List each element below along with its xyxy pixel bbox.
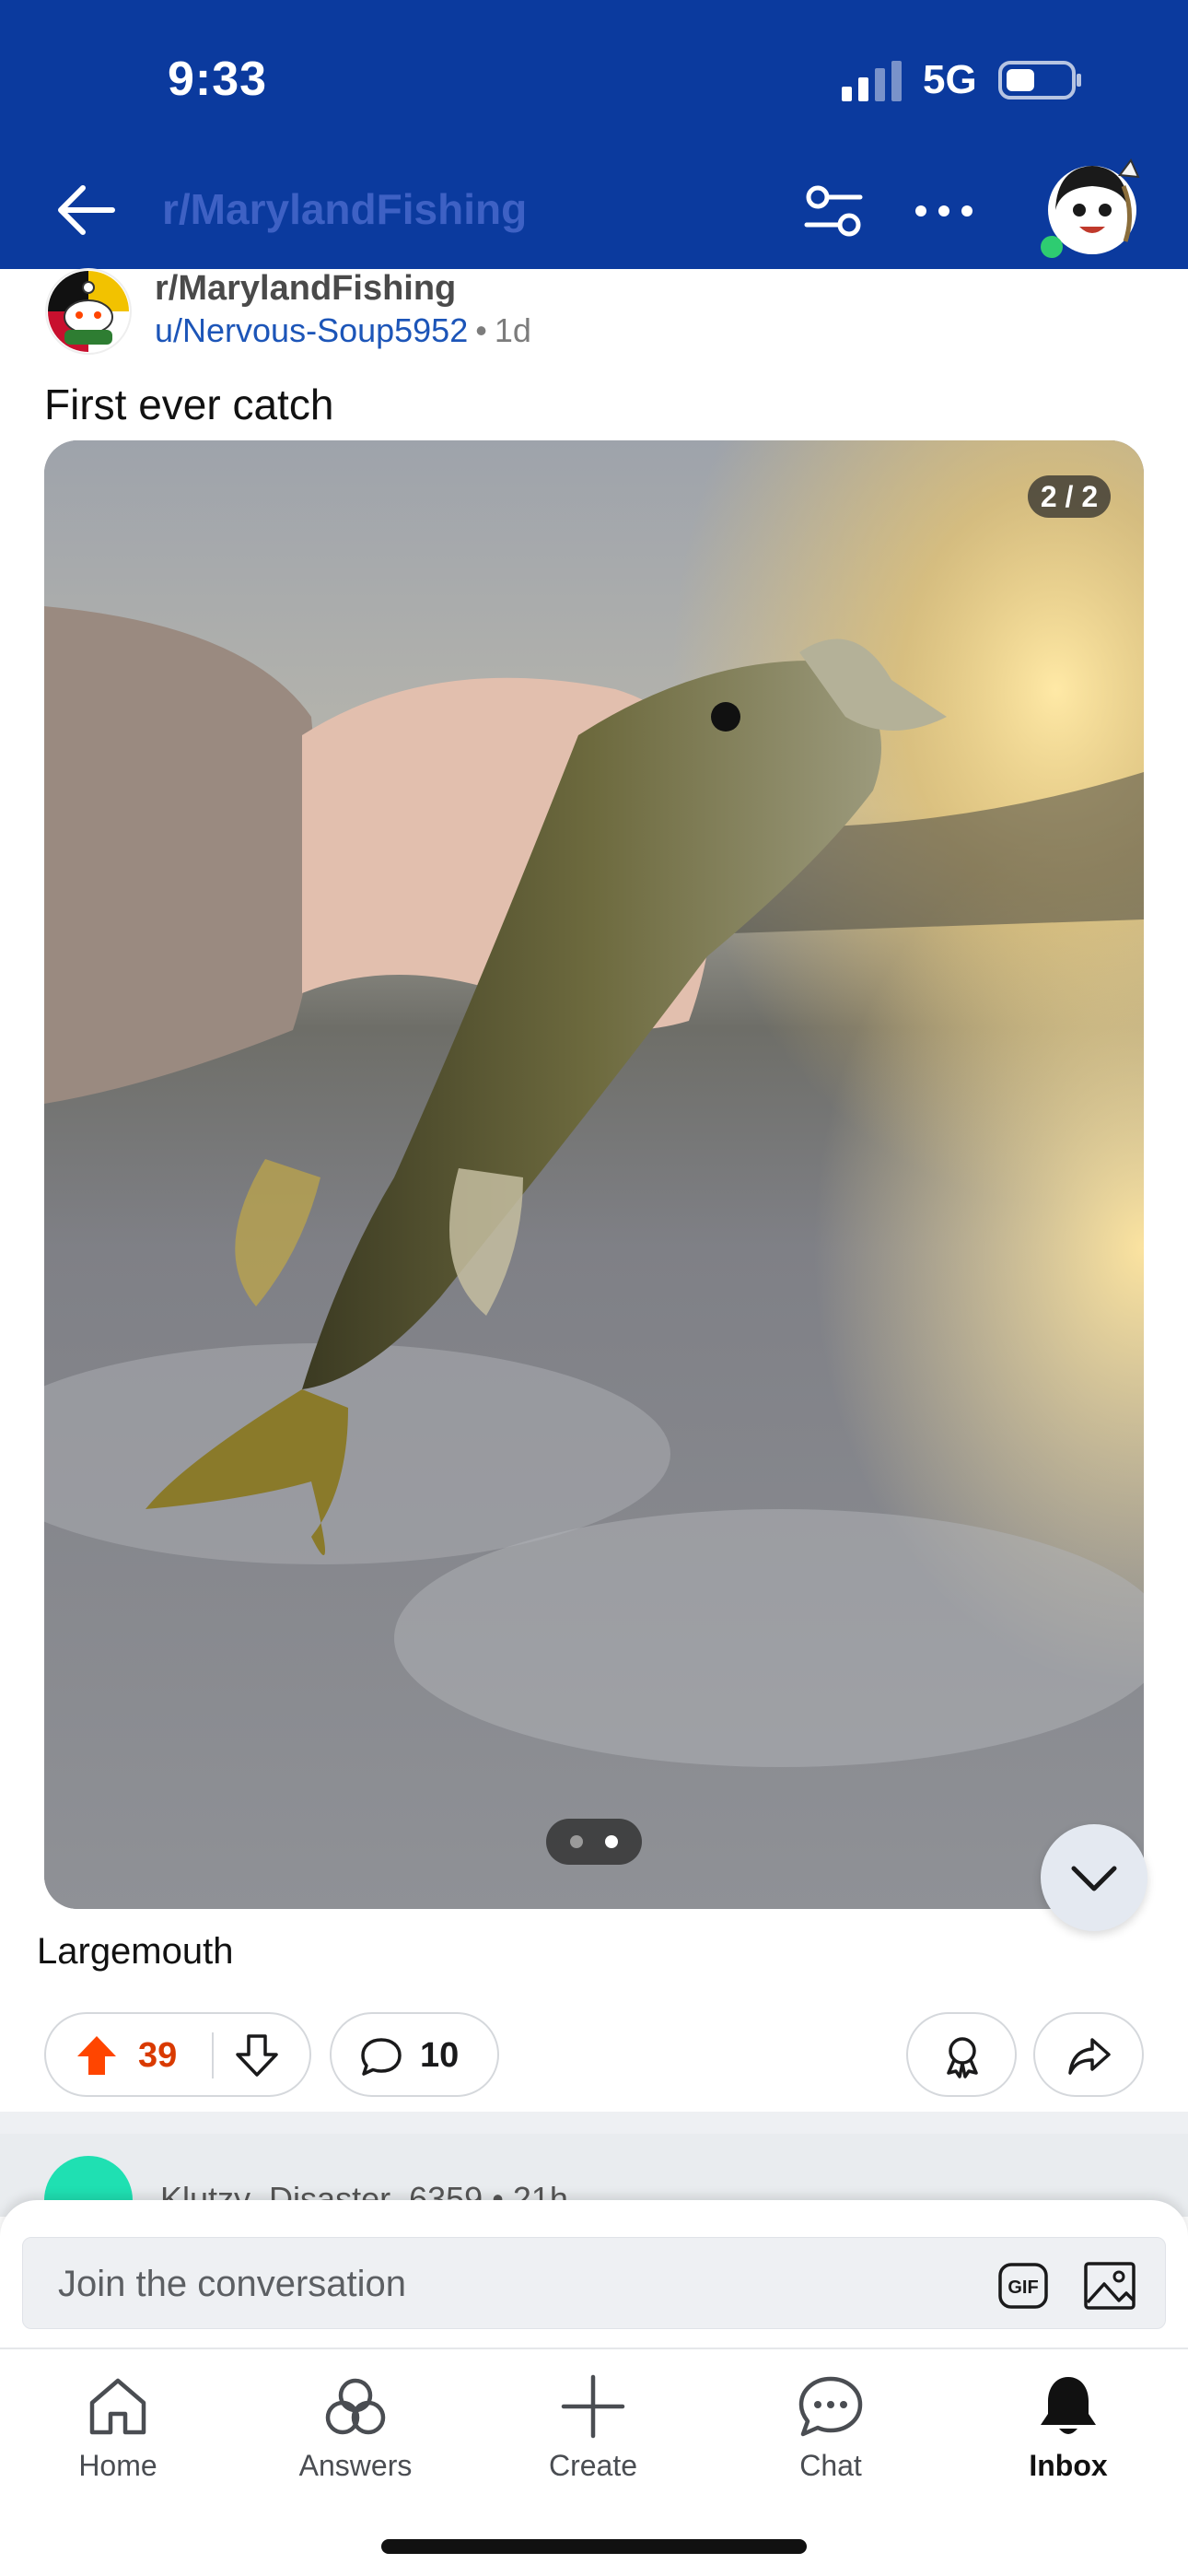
top-app-bar: 9:33 5G r/MarylandFishing [0,0,1188,269]
award-button[interactable] [906,2012,1017,2097]
nav-label-chat: Chat [799,2449,862,2482]
gallery-pagination[interactable] [546,1819,642,1865]
home-icon [89,2378,146,2435]
vote-divider [212,2032,214,2078]
page-dot-2[interactable] [605,1835,618,1848]
bell-icon [1041,2377,1096,2434]
nav-home[interactable]: Home [26,2371,210,2510]
comment-input[interactable]: Join the conversation GIF [22,2237,1166,2329]
vote-count: 39 [138,2036,178,2075]
post-meta: u/Nervous-Soup5952 • 1d [155,311,531,350]
section-divider [0,2112,1188,2134]
post-age: 1d [494,311,531,349]
post-subreddit-name[interactable]: r/MarylandFishing [155,269,456,309]
back-arrow-icon[interactable] [52,175,122,245]
gif-icon[interactable]: GIF [997,2260,1049,2312]
vote-control: 39 [44,2012,311,2097]
post-title: First ever catch [44,381,334,428]
comment-count: 10 [420,2036,460,2075]
downvote-icon[interactable] [234,2032,280,2078]
comments-button[interactable]: 10 [330,2012,499,2097]
status-time: 9:33 [168,53,268,106]
answers-icon [325,2378,386,2435]
nav-label-home: Home [78,2449,157,2482]
collapse-button[interactable] [1041,1824,1147,1931]
battery-icon [998,61,1081,100]
award-icon [947,2037,978,2078]
fish-photo [44,440,1144,1909]
nav-label-create: Create [548,2449,638,2482]
home-indicator[interactable] [381,2539,807,2554]
nav-label-answers: Answers [298,2449,413,2482]
chevron-down-icon [1071,1866,1117,1891]
post-image[interactable] [44,440,1144,1909]
meta-separator: • [475,311,487,349]
image-upload-icon[interactable] [1082,2260,1137,2312]
post-caption: Largemouth [37,1931,234,1972]
upvote-icon[interactable] [74,2032,120,2078]
subreddit-avatar[interactable] [44,267,133,356]
nav-answers[interactable]: Answers [263,2371,448,2510]
nav-inbox[interactable]: Inbox [976,2371,1160,2510]
gif-label: GIF [1007,2277,1038,2298]
filter-icon[interactable] [801,179,866,243]
share-button[interactable] [1033,2012,1144,2097]
user-avatar[interactable] [1039,149,1142,260]
post-author[interactable]: u/Nervous-Soup5952 [155,311,468,349]
nav-label-inbox: Inbox [1029,2449,1108,2482]
header-subreddit-title[interactable]: r/MarylandFishing [162,184,527,234]
signal-icon [842,61,902,101]
nav-chat[interactable]: Chat [739,2371,923,2510]
nav-create[interactable]: Create [501,2371,685,2510]
network-type: 5G [923,57,977,102]
page-dot-1[interactable] [570,1835,583,1848]
comment-placeholder: Join the conversation [58,2264,407,2304]
image-counter: 2 / 2 [1028,475,1111,518]
plus-icon [561,2374,625,2439]
more-options-icon[interactable] [912,197,976,225]
chat-icon [798,2376,863,2437]
comment-composer: Join the conversation GIF [0,2200,1188,2348]
comment-icon [361,2038,402,2076]
share-icon [1068,2038,1111,2075]
